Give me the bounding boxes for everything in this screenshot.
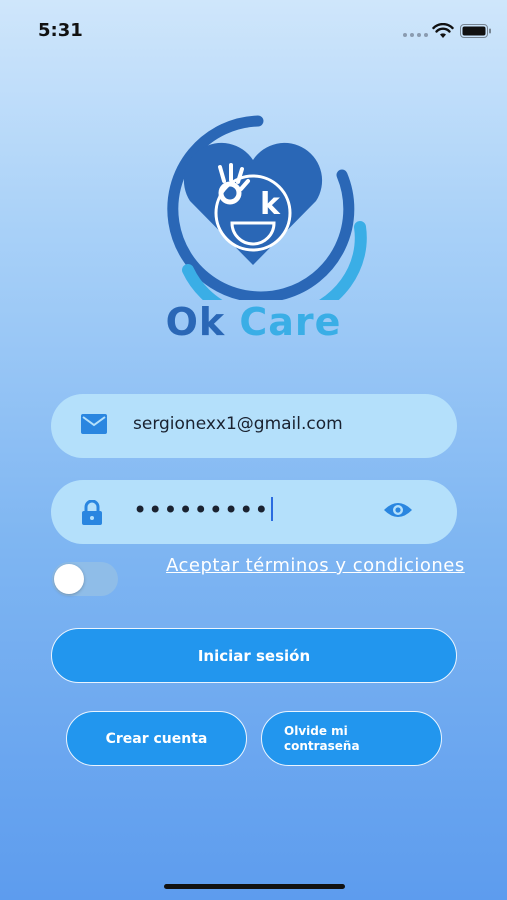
text-caret	[271, 497, 274, 521]
login-button[interactable]: Iniciar sesión	[51, 628, 457, 683]
logo-letter: k	[260, 187, 281, 222]
forgot-password-button[interactable]: Olvide mi contraseña	[261, 711, 442, 766]
mail-icon	[81, 414, 107, 434]
status-bar: 5:31	[0, 0, 507, 60]
forgot-password-label: Olvide mi contraseña	[284, 723, 360, 753]
status-time: 5:31	[38, 20, 83, 41]
wifi-icon	[432, 23, 454, 38]
signal-icon	[403, 33, 428, 37]
ok-care-logo: k	[167, 115, 367, 300]
brand-word-ok: Ok	[165, 300, 226, 344]
brand-title: Ok Care	[0, 300, 507, 344]
terms-link-text: Aceptar términos y condiciones	[166, 555, 465, 576]
login-button-label: Iniciar sesión	[197, 646, 311, 665]
lock-icon	[82, 500, 102, 525]
accept-terms-toggle[interactable]	[52, 562, 118, 596]
terms-link[interactable]: Aceptar términos y condiciones	[166, 554, 465, 577]
eye-icon[interactable]	[383, 500, 413, 520]
toggle-knob	[54, 564, 84, 594]
create-account-label: Crear cuenta	[105, 730, 208, 747]
home-indicator	[164, 884, 345, 889]
password-dots: •••••••••	[133, 496, 270, 524]
email-field[interactable]: sergionexx1@gmail.com	[51, 394, 457, 458]
brand-word-care: Care	[239, 300, 342, 344]
create-account-button[interactable]: Crear cuenta	[66, 711, 247, 766]
email-input[interactable]: sergionexx1@gmail.com	[133, 414, 343, 434]
password-input[interactable]: •••••••••	[133, 496, 274, 524]
battery-icon	[460, 24, 491, 38]
password-field[interactable]: •••••••••	[51, 480, 457, 544]
